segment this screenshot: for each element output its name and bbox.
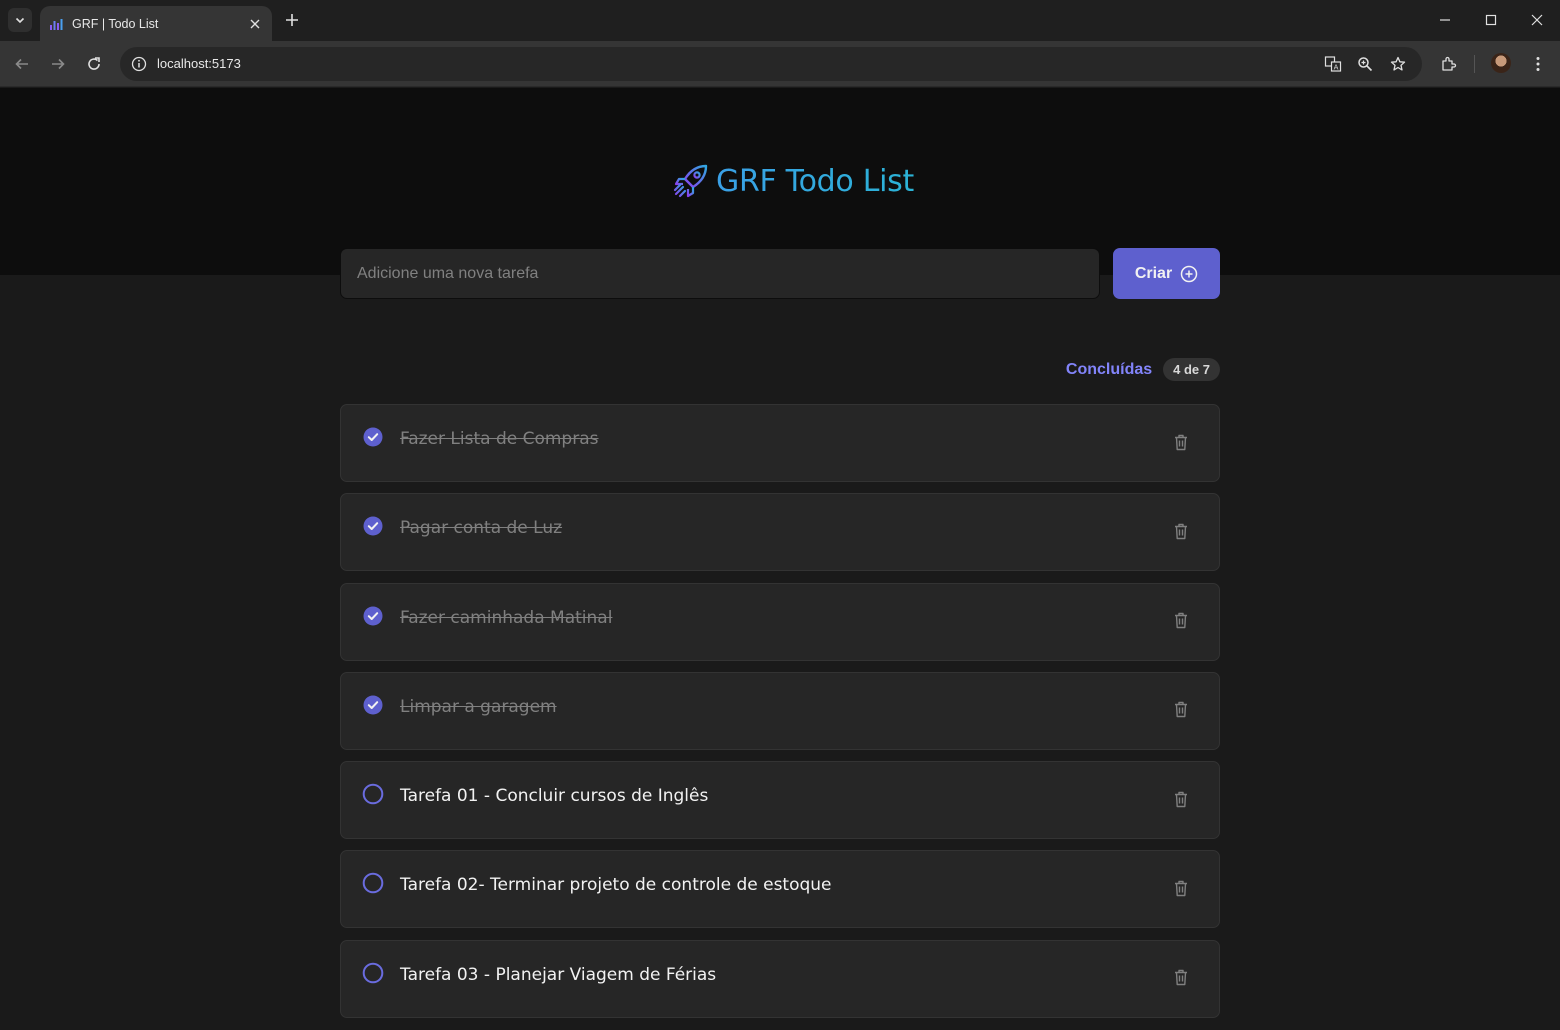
task-item: Limpar a garagem [340, 671, 1220, 750]
unchecked-circle-icon[interactable] [362, 872, 384, 894]
tab-title: GRF | Todo List [72, 16, 159, 31]
task-item: Tarefa 01 - Concluir cursos de Inglês [340, 761, 1220, 840]
toolbar-separator [1474, 55, 1475, 73]
task-item: Tarefa 03 - Planejar Viagem de Férias [340, 939, 1220, 1018]
trash-icon[interactable] [1171, 431, 1191, 453]
task-item: Tarefa 02- Terminar projeto de controle … [340, 850, 1220, 929]
completed-label: Concluídas [1065, 360, 1153, 378]
create-button-label: Criar [1134, 264, 1173, 282]
close-window-icon[interactable] [1527, 10, 1547, 30]
trash-icon[interactable] [1171, 699, 1191, 721]
task-text: Fazer caminhada Matinal [400, 607, 613, 628]
task-text: Pagar conta de Luz [400, 518, 563, 539]
address-bar[interactable]: localhost:5173 A [120, 47, 1422, 81]
trash-icon[interactable] [1171, 877, 1191, 899]
app-page: GRF Todo List Criar Concluídas 4 de 7 Fa… [0, 88, 1560, 1030]
task-item: Fazer Lista de Compras [340, 404, 1220, 482]
app-header: GRF Todo List [0, 88, 1560, 275]
plus-circle-icon [1180, 265, 1198, 282]
completed-counter: Concluídas 4 de 7 [1066, 358, 1220, 381]
maximize-icon[interactable] [1481, 10, 1501, 30]
checked-circle-icon[interactable] [362, 605, 384, 627]
back-arrow-icon[interactable] [11, 53, 33, 75]
zoom-icon[interactable] [1355, 54, 1375, 74]
unchecked-circle-icon[interactable] [362, 783, 384, 805]
browser-toolbar: localhost:5173 A [0, 41, 1560, 87]
browser-tabstrip: GRF | Todo List [0, 0, 1560, 41]
forward-arrow-icon[interactable] [47, 53, 69, 75]
url-text: localhost:5173 [157, 56, 241, 71]
tab-search-button[interactable] [8, 8, 32, 32]
task-text: Limpar a garagem [400, 696, 557, 717]
rocket-icon [673, 164, 708, 198]
completed-count-badge: 4 de 7 [1163, 358, 1220, 381]
task-text: Fazer Lista de Compras [400, 429, 599, 449]
app-logo: GRF Todo List [672, 162, 914, 200]
checked-circle-icon[interactable] [362, 515, 384, 537]
trash-icon[interactable] [1171, 610, 1191, 632]
trash-icon[interactable] [1171, 967, 1191, 989]
translate-icon[interactable]: A [1323, 54, 1343, 74]
task-text: Tarefa 02- Terminar projeto de controle … [400, 875, 832, 896]
reload-icon[interactable] [83, 53, 105, 75]
trash-icon[interactable] [1171, 788, 1191, 810]
svg-text:A: A [1334, 64, 1339, 72]
trash-icon[interactable] [1171, 520, 1191, 542]
chart-favicon-icon [50, 18, 63, 30]
browser-menu-icon[interactable] [1527, 53, 1549, 75]
task-text: Tarefa 01 - Concluir cursos de Inglês [400, 786, 709, 807]
chevron-down-icon [15, 17, 25, 24]
checked-circle-icon[interactable] [362, 694, 384, 716]
checked-circle-icon[interactable] [362, 426, 384, 448]
app-title: GRF Todo List [716, 163, 914, 199]
browser-tab[interactable]: GRF | Todo List [40, 6, 272, 41]
bookmark-star-icon[interactable] [1388, 54, 1408, 74]
new-tab-icon[interactable] [282, 10, 302, 30]
task-item: Pagar conta de Luz [340, 493, 1220, 572]
minimize-icon[interactable] [1435, 10, 1455, 30]
task-item: Fazer caminhada Matinal [340, 582, 1220, 661]
tab-close-icon[interactable] [246, 15, 264, 33]
task-list: Fazer Lista de Compras Pagar conta de Lu… [340, 404, 1220, 1029]
create-task-button[interactable]: Criar [1113, 248, 1220, 299]
profile-avatar[interactable] [1491, 53, 1511, 73]
new-task-input[interactable] [340, 248, 1100, 299]
site-info-icon[interactable] [128, 53, 150, 75]
task-text: Tarefa 03 - Planejar Viagem de Férias [400, 964, 717, 985]
unchecked-circle-icon[interactable] [362, 962, 384, 984]
extensions-icon[interactable] [1438, 53, 1460, 75]
